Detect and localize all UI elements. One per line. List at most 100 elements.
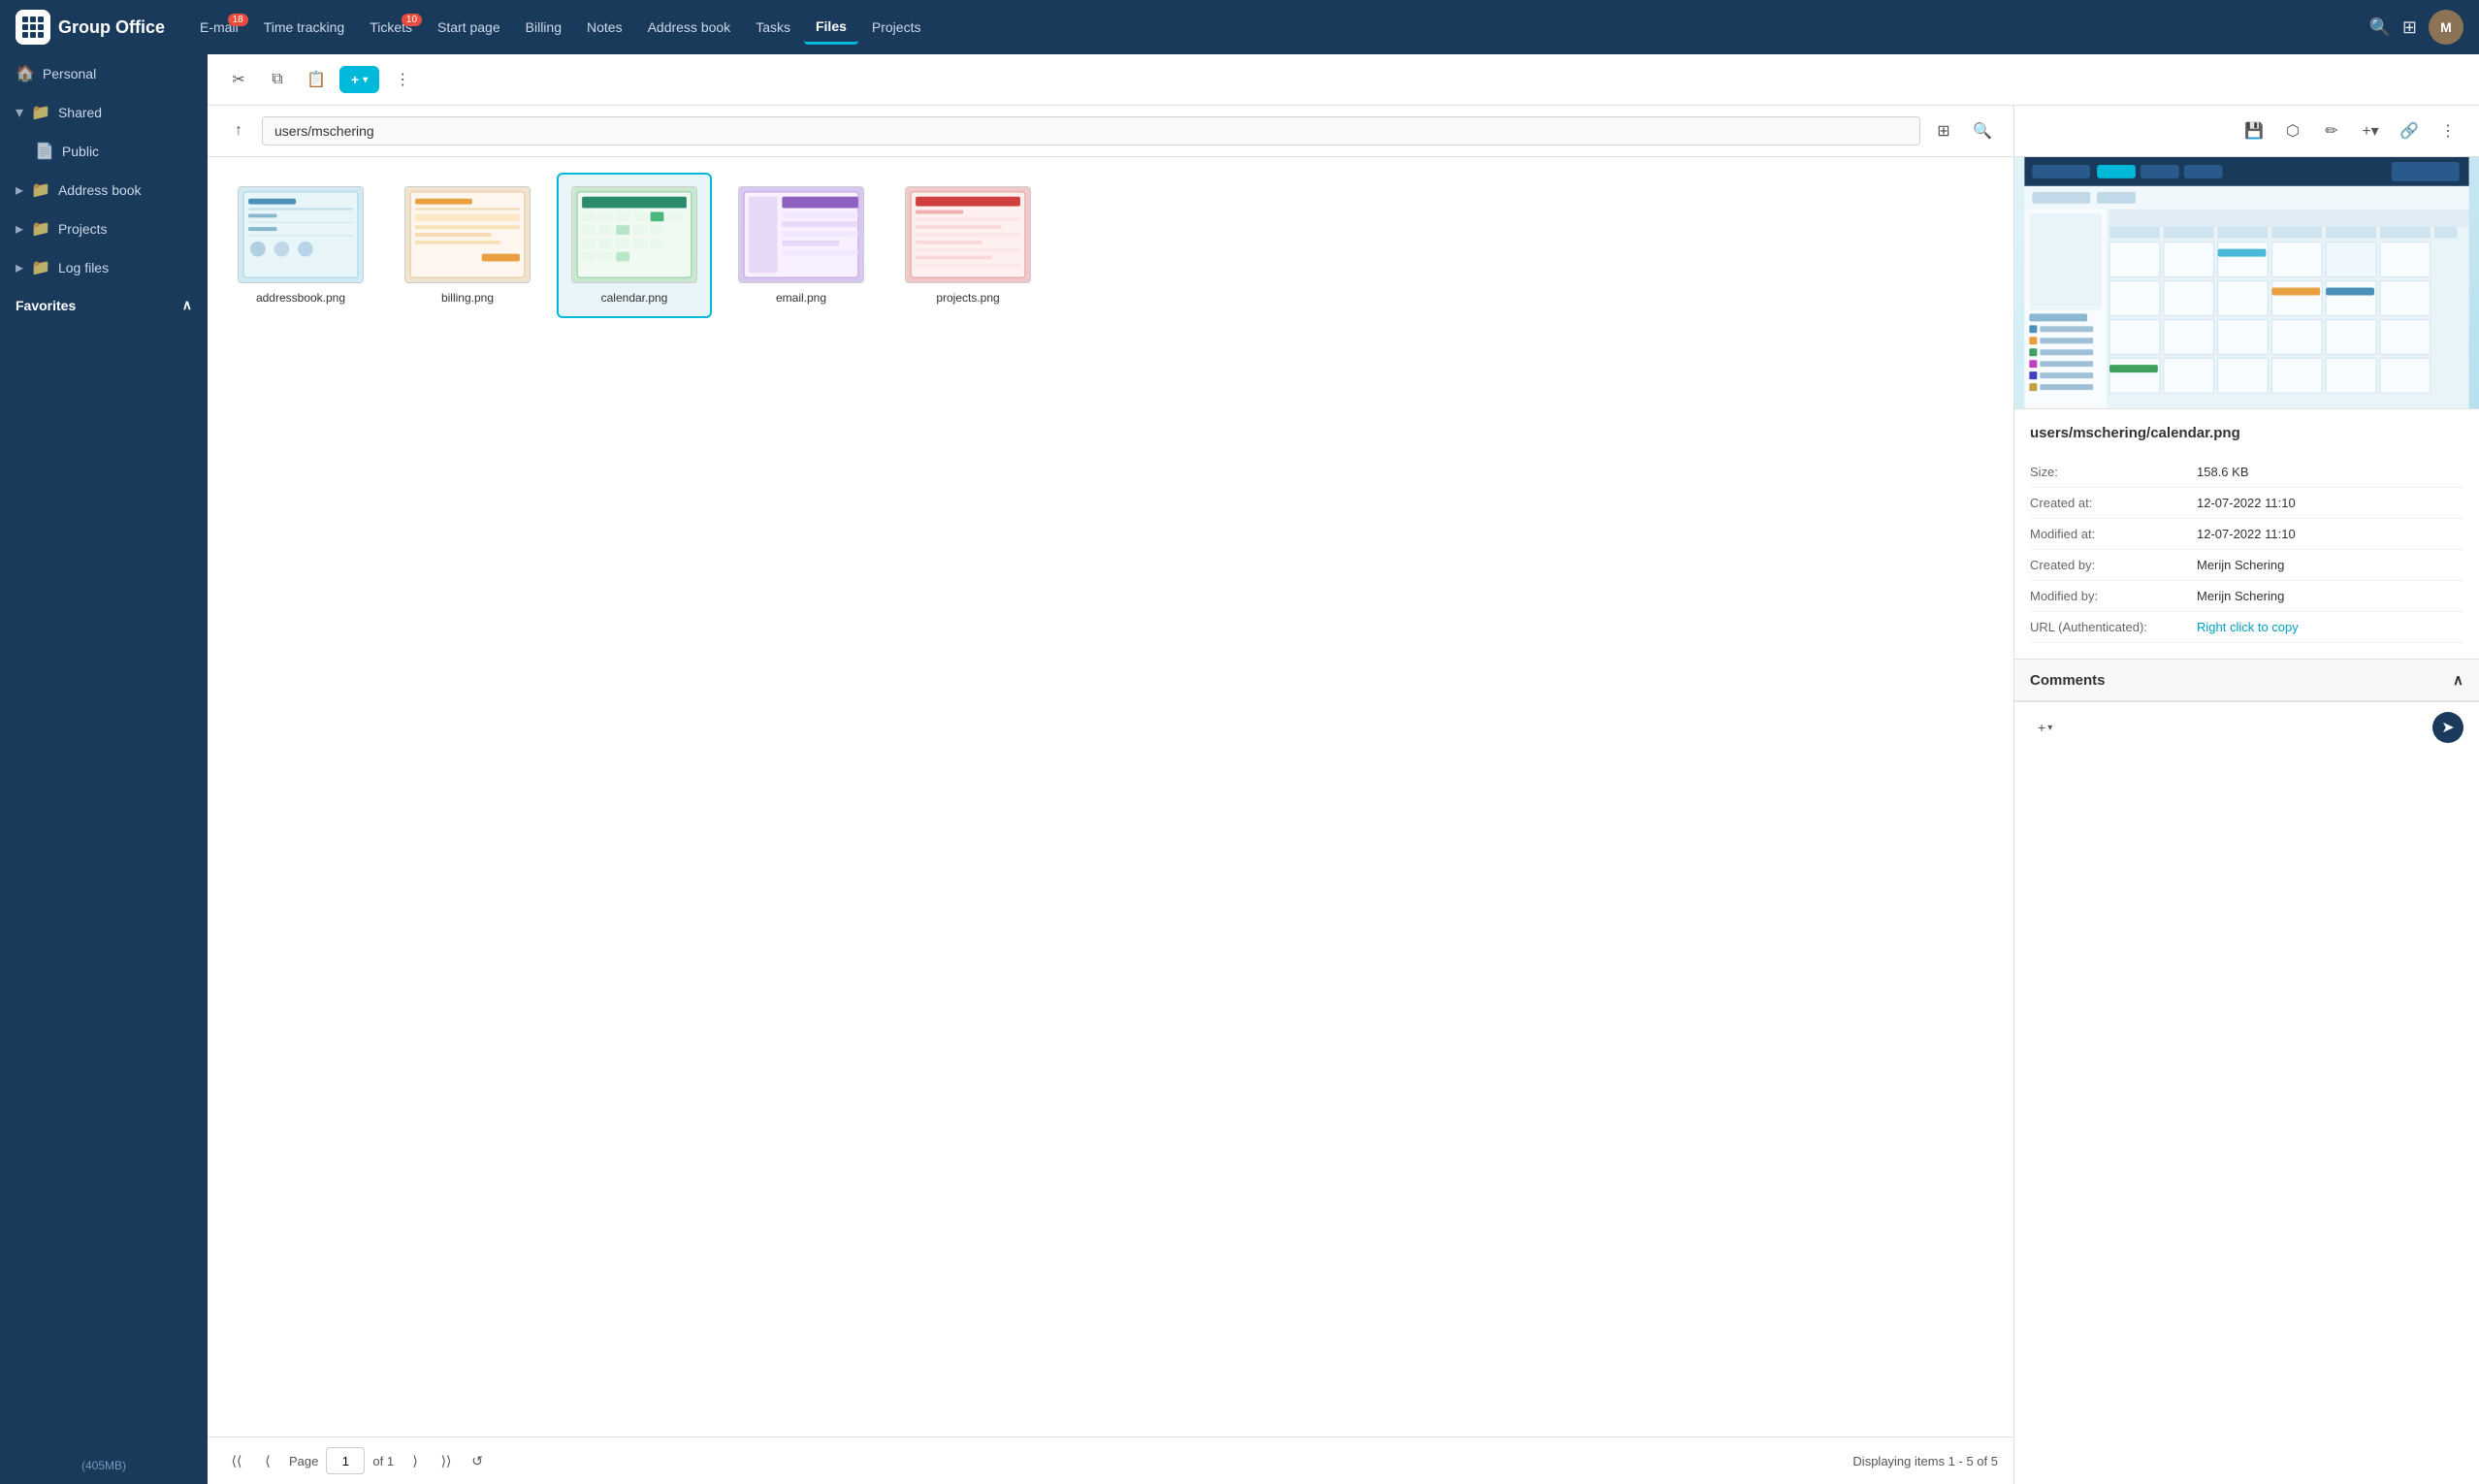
preview-image <box>2014 157 2479 408</box>
chevron-right-icon-2: ▸ <box>16 219 23 239</box>
chevron-right-icon: ▸ <box>16 180 23 200</box>
favorites-section: Favorites ∧ <box>0 287 208 323</box>
file-item-email[interactable]: email.png <box>724 173 879 318</box>
favorites-collapse-icon[interactable]: ∧ <box>182 297 192 313</box>
file-name-projects: projects.png <box>936 291 999 305</box>
add-button[interactable]: + ▾ <box>339 66 379 93</box>
comments-label: Comments <box>2030 672 2106 689</box>
detail-info: users/mschering/calendar.png Size: 158.6… <box>2014 409 2479 659</box>
file-item-calendar[interactable]: calendar.png <box>557 173 712 318</box>
more-button[interactable]: ⋮ <box>387 64 418 95</box>
sidebar-item-public[interactable]: 📄 Public <box>0 132 208 171</box>
detail-save-button[interactable]: 💾 <box>2238 115 2270 146</box>
detail-preview <box>2014 157 2479 409</box>
size-label: Size: <box>2030 465 2185 479</box>
nav-notes[interactable]: Notes <box>575 12 634 43</box>
sidebar-item-shared[interactable]: ▾ 📁 Shared <box>0 93 208 132</box>
favorites-label: Favorites <box>16 298 76 313</box>
file-name-email: email.png <box>776 291 826 305</box>
detail-more-button[interactable]: ⋮ <box>2432 115 2463 146</box>
last-page-button[interactable]: ⟩⟩ <box>433 1447 460 1474</box>
file-thumbnail-email <box>738 186 864 283</box>
pagination-bar: ⟨⟨ ⟨ Page of 1 ⟩ ⟩⟩ ↺ Displaying items 1… <box>208 1436 2013 1484</box>
sidebar-item-addressbook[interactable]: ▸ 📁 Address book <box>0 171 208 210</box>
sidebar-label-personal: Personal <box>43 66 96 81</box>
detail-link-button[interactable]: 🔗 <box>2394 115 2425 146</box>
chevron-right-icon-3: ▸ <box>16 258 23 277</box>
detail-toolbar: 💾 ⬡ ✏ +▾ 🔗 ⋮ <box>2014 106 2479 157</box>
search-icon[interactable]: 🔍 <box>2368 17 2390 38</box>
comment-add-button[interactable]: + ▾ <box>2030 714 2060 741</box>
comments-header: Comments ∧ <box>2014 659 2479 701</box>
sidebar-item-logfiles[interactable]: ▸ 📁 Log files <box>0 248 208 287</box>
created-by-label: Created by: <box>2030 558 2185 572</box>
files-toolbar: ✂ ⧉ 📋 + ▾ ⋮ <box>208 54 2479 106</box>
page-number-input[interactable] <box>326 1447 365 1474</box>
path-bar: ↑ ⊞ 🔍 <box>208 106 2013 157</box>
prev-page-button[interactable]: ⟨ <box>254 1447 281 1474</box>
refresh-button[interactable]: ↺ <box>464 1447 491 1474</box>
first-page-button[interactable]: ⟨⟨ <box>223 1447 250 1474</box>
nav-files[interactable]: Files <box>804 11 858 45</box>
file-icon: 📄 <box>35 142 54 161</box>
file-thumbnail-calendar <box>571 186 697 283</box>
detail-filename: users/mschering/calendar.png <box>2030 425 2463 441</box>
sidebar-label-addressbook: Address book <box>58 182 142 198</box>
modified-at-label: Modified at: <box>2030 527 2185 541</box>
sidebar-item-personal[interactable]: 🏠 Personal <box>0 54 208 93</box>
file-thumbnail-billing <box>404 186 531 283</box>
logo[interactable]: Group Office <box>16 10 165 45</box>
comment-dropdown-icon: ▾ <box>2047 723 2052 733</box>
file-item-billing[interactable]: billing.png <box>390 173 545 318</box>
navigate-up-button[interactable]: ↑ <box>223 115 254 146</box>
app-title: Group Office <box>58 17 165 38</box>
sidebar-label-projects: Projects <box>58 221 108 237</box>
detail-row-modified: Modified at: 12-07-2022 11:10 <box>2030 519 2463 550</box>
pagination-controls: ⟨⟨ ⟨ Page of 1 ⟩ ⟩⟩ ↺ <box>223 1447 491 1474</box>
grid-view-button[interactable]: ⊞ <box>1928 115 1959 146</box>
next-page-button[interactable]: ⟩ <box>402 1447 429 1474</box>
nav-tasks[interactable]: Tasks <box>744 12 802 43</box>
comments-collapse-icon[interactable]: ∧ <box>2453 671 2463 689</box>
file-item-addressbook[interactable]: addressbook.png <box>223 173 378 318</box>
sidebar-label-shared: Shared <box>58 105 102 120</box>
comment-send-button[interactable]: ➤ <box>2432 712 2463 743</box>
folder-icon-3: 📁 <box>31 219 50 239</box>
tickets-badge: 10 <box>402 14 422 26</box>
created-at-value: 12-07-2022 11:10 <box>2197 496 2463 510</box>
nav-tickets[interactable]: Tickets 10 <box>358 12 424 43</box>
file-item-projects[interactable]: projects.png <box>890 173 1046 318</box>
nav-projects[interactable]: Projects <box>860 12 933 43</box>
detail-edit-button[interactable]: ✏ <box>2316 115 2347 146</box>
detail-share-button[interactable]: ⬡ <box>2277 115 2308 146</box>
nav-email[interactable]: E-mail 18 <box>188 12 250 43</box>
path-input[interactable] <box>262 116 1920 145</box>
copy-button[interactable]: ⧉ <box>262 64 293 95</box>
folder-icon: 📁 <box>31 103 50 122</box>
search-button[interactable]: 🔍 <box>1967 115 1998 146</box>
nav-addressbook[interactable]: Address book <box>636 12 743 43</box>
storage-label: (405MB) <box>16 1459 192 1472</box>
of-label: of 1 <box>372 1454 394 1468</box>
size-value: 158.6 KB <box>2197 465 2463 479</box>
detail-row-created: Created at: 12-07-2022 11:10 <box>2030 488 2463 519</box>
modified-at-value: 12-07-2022 11:10 <box>2197 527 2463 541</box>
detail-row-modified-by: Modified by: Merijn Schering <box>2030 581 2463 612</box>
cut-button[interactable]: ✂ <box>223 64 254 95</box>
paste-button[interactable]: 📋 <box>301 64 332 95</box>
displaying-label: Displaying items 1 - 5 of 5 <box>1852 1454 1998 1468</box>
file-thumbnail-addressbook <box>238 186 364 283</box>
detail-add-button[interactable]: +▾ <box>2355 115 2386 146</box>
sidebar-item-projects[interactable]: ▸ 📁 Projects <box>0 210 208 248</box>
file-name-calendar: calendar.png <box>601 291 668 305</box>
add-dropdown-icon: ▾ <box>363 75 368 85</box>
nav-actions: 🔍 ⊞ M <box>2368 10 2463 45</box>
nav-billing[interactable]: Billing <box>514 12 573 43</box>
url-value[interactable]: Right click to copy <box>2197 620 2463 634</box>
nav-startpage[interactable]: Start page <box>426 12 512 43</box>
created-at-label: Created at: <box>2030 496 2185 510</box>
nav-timetracking[interactable]: Time tracking <box>252 12 357 43</box>
nav-menu: E-mail 18 Time tracking Tickets 10 Start… <box>188 11 2368 45</box>
grid-menu-icon[interactable]: ⊞ <box>2402 17 2417 38</box>
user-avatar[interactable]: M <box>2429 10 2463 45</box>
